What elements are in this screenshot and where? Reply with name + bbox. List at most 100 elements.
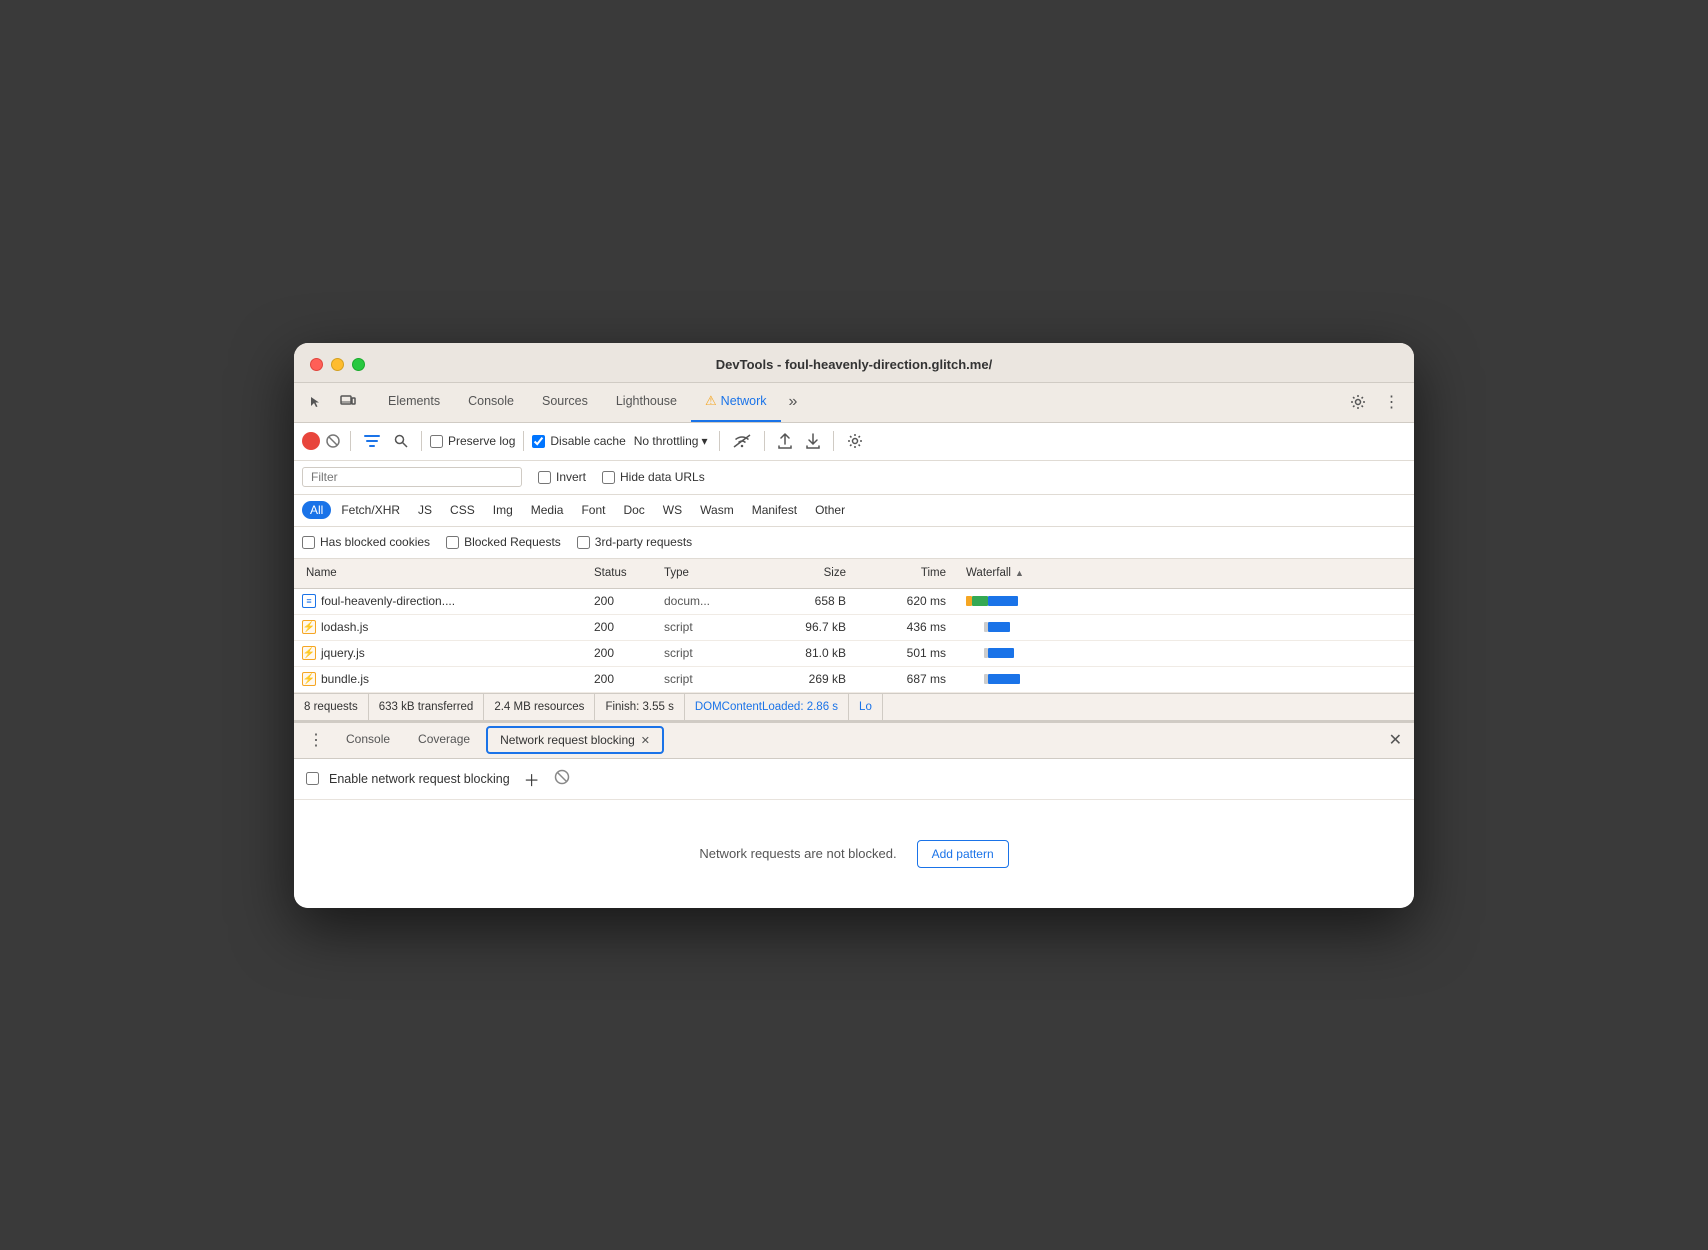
maximize-button[interactable] [352,358,365,371]
type-btn-wasm[interactable]: Wasm [692,501,742,519]
col-header-type[interactable]: Type [664,567,754,579]
filter-input[interactable] [302,467,522,487]
table-row[interactable]: ≡ foul-heavenly-direction.... 200 docum.… [294,589,1414,615]
enable-blocking-checkbox[interactable] [306,772,319,785]
row-time-0: 620 ms [854,594,954,608]
bottom-tab-console[interactable]: Console [334,722,402,758]
devtools-window: DevTools - foul-heavenly-direction.glitc… [294,343,1414,908]
type-btn-media[interactable]: Media [523,501,572,519]
type-btn-ws[interactable]: WS [655,501,690,519]
row-type-2: script [664,646,754,660]
hide-data-urls-label[interactable]: Hide data URLs [602,470,705,484]
invert-label[interactable]: Invert [538,470,586,484]
sort-icon: ▲ [1015,568,1024,578]
tab-elements[interactable]: Elements [374,382,454,422]
hide-data-urls-checkbox[interactable] [602,471,615,484]
filter-icon[interactable] [359,431,385,451]
blocked-requests-checkbox[interactable] [446,536,459,549]
finish-time: Finish: 3.55 s [595,694,684,720]
type-btn-doc[interactable]: Doc [615,501,652,519]
titlebar: DevTools - foul-heavenly-direction.glitc… [294,343,1414,383]
type-btn-font[interactable]: Font [573,501,613,519]
tabs: Elements Console Sources Lighthouse ⚠ Ne… [374,382,1344,422]
tab-console[interactable]: Console [454,382,528,422]
row-name-1: ⚡ lodash.js [294,620,594,634]
network-table: Name Status Type Size Time Waterfall ▲ ≡… [294,559,1414,693]
col-header-size[interactable]: Size [754,567,854,579]
device-icon[interactable] [334,388,362,416]
dom-content-loaded: DOMContentLoaded: 2.86 s [685,694,849,720]
tab-sources[interactable]: Sources [528,382,602,422]
type-btn-manifest[interactable]: Manifest [744,501,805,519]
table-header: Name Status Type Size Time Waterfall ▲ [294,559,1414,589]
disable-cache-checkbox[interactable] [532,435,545,448]
row-name-2: ⚡ jquery.js [294,646,594,660]
tab-network[interactable]: ⚠ Network [691,382,781,422]
preserve-log-label[interactable]: Preserve log [430,434,515,448]
row-type-3: script [664,672,754,686]
row-time-3: 687 ms [854,672,954,686]
no-blocked-message: Network requests are not blocked. Add pa… [294,800,1414,908]
table-row[interactable]: ⚡ bundle.js 200 script 269 kB 687 ms [294,667,1414,693]
network-warning-icon: ⚠ [705,393,717,409]
type-btn-js[interactable]: JS [410,501,440,519]
table-row[interactable]: ⚡ jquery.js 200 script 81.0 kB 501 ms [294,641,1414,667]
third-party-checkbox[interactable] [577,536,590,549]
more-tabs-icon[interactable]: » [781,393,806,411]
row-status-0: 200 [594,594,664,608]
row-size-0: 658 B [754,594,854,608]
close-button[interactable] [310,358,323,371]
resources-size: 2.4 MB resources [484,694,595,720]
bottom-tab-network-request-blocking[interactable]: Network request blocking ✕ [486,726,664,754]
type-btn-all[interactable]: All [302,501,331,519]
network-settings-icon[interactable] [842,430,868,452]
traffic-lights [310,358,365,371]
has-blocked-cookies-label[interactable]: Has blocked cookies [302,535,430,549]
row-size-2: 81.0 kB [754,646,854,660]
record-button[interactable] [302,432,320,450]
col-header-time[interactable]: Time [854,567,954,579]
ban-icon [554,769,570,788]
row-waterfall-1 [954,615,1414,640]
wifi-icon[interactable] [728,431,756,451]
more-options-icon[interactable]: ⋮ [1378,388,1406,416]
third-party-label[interactable]: 3rd-party requests [577,535,692,549]
preserve-log-checkbox[interactable] [430,435,443,448]
disable-cache-label[interactable]: Disable cache [532,434,625,448]
devtools-body: Elements Console Sources Lighthouse ⚠ Ne… [294,383,1414,908]
script-icon: ⚡ [302,620,316,634]
toolbar: Preserve log Disable cache No throttling… [294,423,1414,461]
download-icon[interactable] [801,430,825,452]
settings-icon[interactable] [1344,388,1372,416]
throttle-dropdown[interactable]: No throttling ▾ [630,432,712,450]
type-btn-other[interactable]: Other [807,501,853,519]
col-header-name[interactable]: Name [294,567,594,579]
tab-lighthouse[interactable]: Lighthouse [602,382,691,422]
col-header-status[interactable]: Status [594,567,664,579]
doc-icon: ≡ [302,594,316,608]
divider5 [764,431,765,451]
search-icon[interactable] [389,431,413,451]
tab-bar: Elements Console Sources Lighthouse ⚠ Ne… [294,383,1414,423]
row-type-0: docum... [664,594,754,608]
close-tab-icon[interactable]: ✕ [641,734,650,747]
add-pattern-button[interactable]: Add pattern [917,840,1009,868]
tab-bar-right: ⋮ [1344,388,1406,416]
col-header-waterfall[interactable]: Waterfall ▲ [954,567,1414,579]
type-btn-img[interactable]: Img [485,501,521,519]
divider3 [523,431,524,451]
stop-button[interactable] [324,432,342,450]
close-bottom-panel-icon[interactable]: ✕ [1385,730,1406,750]
type-btn-css[interactable]: CSS [442,501,483,519]
add-pattern-quick-button[interactable]: ＋ [520,765,544,793]
blocked-requests-label[interactable]: Blocked Requests [446,535,561,549]
bottom-more-icon[interactable]: ⋮ [302,730,330,750]
table-row[interactable]: ⚡ lodash.js 200 script 96.7 kB 436 ms [294,615,1414,641]
cursor-icon[interactable] [302,388,330,416]
upload-icon[interactable] [773,430,797,452]
type-btn-fetch-xhr[interactable]: Fetch/XHR [333,501,408,519]
invert-checkbox[interactable] [538,471,551,484]
has-blocked-cookies-checkbox[interactable] [302,536,315,549]
minimize-button[interactable] [331,358,344,371]
bottom-tab-coverage[interactable]: Coverage [406,722,482,758]
